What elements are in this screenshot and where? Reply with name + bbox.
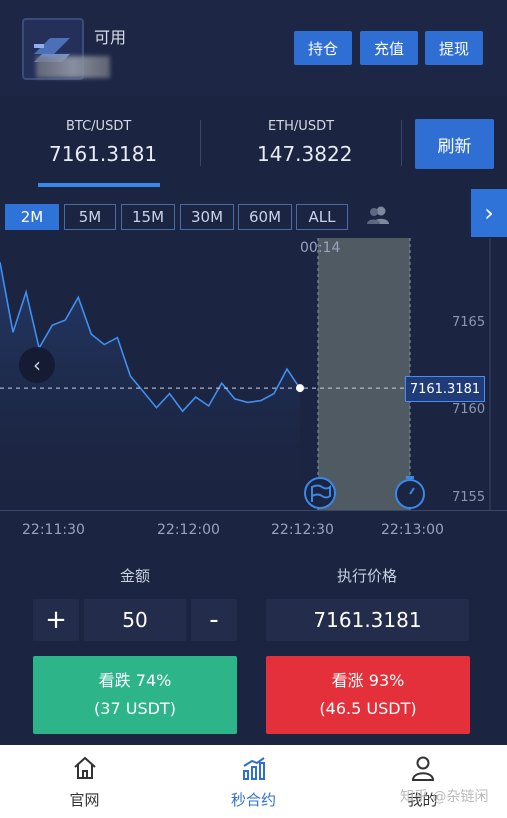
amount-label: 金额: [120, 567, 151, 585]
tab-official-site[interactable]: 官网: [0, 745, 169, 818]
refresh-button[interactable]: 刷新: [415, 119, 494, 169]
timeframe-15m[interactable]: 15M: [121, 204, 175, 230]
users-icon[interactable]: [367, 205, 389, 229]
buy-down-button[interactable]: 看跌 74% (37 USDT): [33, 656, 237, 734]
current-price-tag: 7161.3181: [405, 376, 485, 403]
user-icon: [411, 756, 434, 781]
exec-price-label: 执行价格: [337, 567, 398, 585]
price-chart: [0, 238, 491, 511]
countdown-zone: [318, 238, 410, 510]
deposit-button[interactable]: 充值: [360, 31, 418, 65]
watermark: 知乎 @杂链闲: [400, 789, 489, 805]
buy-down-label: 看跌 74%: [98, 671, 172, 690]
buy-up-label: 看涨 93%: [331, 671, 405, 690]
timeframe-30m[interactable]: 30M: [180, 204, 234, 230]
tab-label: 秒合约: [230, 791, 276, 809]
countdown-timer: 00:14: [300, 240, 341, 256]
blurred-balance: [36, 56, 110, 78]
chart-icon: [242, 757, 265, 780]
price-area: [0, 262, 300, 511]
timeframe-60m[interactable]: 60M: [238, 204, 292, 230]
chevron-left-icon[interactable]: ‹: [19, 347, 55, 383]
chevron-right-icon[interactable]: ›: [471, 189, 507, 237]
holdings-button[interactable]: 持仓: [294, 31, 352, 65]
pair-divider: [200, 120, 201, 166]
x-axis-tick: 22:12:00: [157, 522, 220, 538]
tab-label: 官网: [69, 791, 100, 809]
bottom-tab-bar: 官网 秒合约 我的: [0, 745, 507, 818]
pair-eth-price[interactable]: 147.3822: [257, 142, 352, 166]
timeframe-2m[interactable]: 2M: [5, 204, 59, 230]
timeframe-5m[interactable]: 5M: [64, 204, 116, 230]
tab-second-contract[interactable]: 秒合约: [169, 745, 338, 818]
flag-icon: [304, 477, 336, 509]
x-axis-tick: 22:13:00: [381, 522, 444, 538]
active-pair-indicator: [38, 183, 160, 187]
pair-btc-name[interactable]: BTC/USDT: [66, 119, 131, 134]
pair-btc-price[interactable]: 7161.3181: [49, 142, 157, 166]
buy-up-button[interactable]: 看涨 93% (46.5 USDT): [266, 656, 470, 734]
pair-divider: [401, 120, 402, 166]
withdraw-button[interactable]: 提现: [425, 31, 483, 65]
x-axis-tick: 22:11:30: [22, 522, 85, 538]
y-axis-tick: 7160: [452, 402, 486, 418]
x-axis-tick: 22:12:30: [271, 522, 334, 538]
timeframe-all[interactable]: ALL: [296, 204, 348, 230]
buy-down-amount: (37 USDT): [94, 699, 176, 718]
exec-price-value: 7161.3181: [266, 599, 469, 641]
increase-amount-button[interactable]: +: [33, 599, 79, 641]
home-icon: [73, 756, 96, 779]
y-axis-tick: 7165: [452, 314, 486, 330]
available-balance-label: 可用: [94, 28, 127, 47]
pair-eth-name[interactable]: ETH/USDT: [268, 119, 334, 134]
last-price-dot: [296, 384, 304, 393]
decrease-amount-button[interactable]: -: [191, 599, 237, 641]
y-axis-tick: 7155: [452, 489, 486, 505]
tab-profile[interactable]: 我的: [338, 745, 507, 818]
x-axis: [0, 510, 507, 511]
amount-input[interactable]: 50: [84, 599, 186, 641]
buy-up-amount: (46.5 USDT): [319, 699, 417, 718]
